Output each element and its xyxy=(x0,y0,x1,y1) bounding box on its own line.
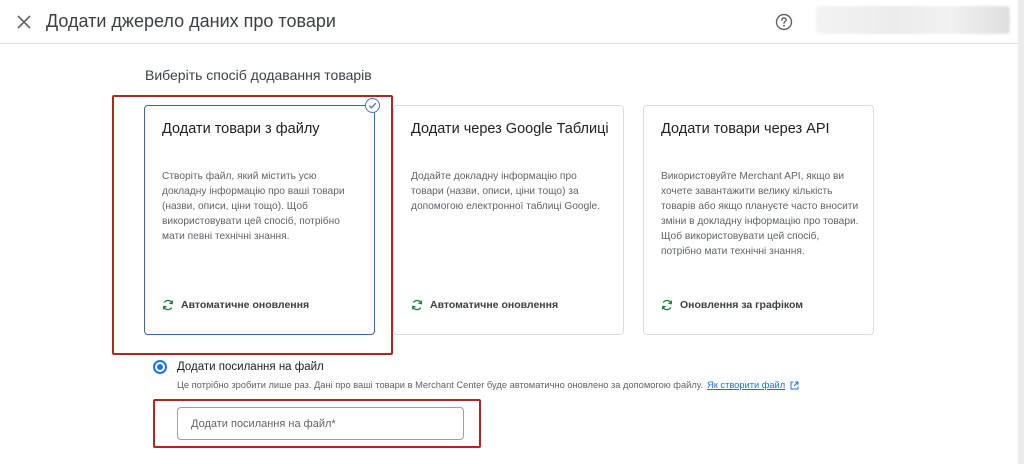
card-description: Створіть файл, який містить усю докладну… xyxy=(162,171,345,242)
file-link-helper: Це потрібно зробити лише раз. Дані про в… xyxy=(177,379,799,391)
file-link-radio-label[interactable]: Додати посилання на файл xyxy=(177,360,324,374)
dialog-window: Додати джерело даних про товари Виберіть… xyxy=(0,0,1018,464)
card-title: Додати через Google Таблиці xyxy=(411,121,609,137)
file-link-radio[interactable] xyxy=(153,360,167,374)
card-footer: Автоматичне оновлення xyxy=(411,299,558,311)
card-title: Додати товари з файлу xyxy=(162,121,320,137)
external-link-icon[interactable] xyxy=(790,381,799,390)
helper-text: Це потрібно зробити лише раз. Дані про в… xyxy=(177,380,704,390)
close-icon xyxy=(17,15,31,29)
radio-dot xyxy=(157,364,163,370)
help-icon xyxy=(775,13,793,31)
method-card-file[interactable]: Додати товари з файлу Створіть файл, яки… xyxy=(144,105,375,335)
account-info-blurred[interactable] xyxy=(816,6,1010,34)
file-link-input[interactable] xyxy=(177,407,464,440)
card-footer: Автоматичне оновлення xyxy=(162,299,309,311)
card-footer-label: Автоматичне оновлення xyxy=(181,299,310,311)
card-footer-label: Автоматичне оновлення xyxy=(430,299,559,311)
section-title: Виберіть спосіб додавання товарів xyxy=(145,67,372,83)
selected-check-icon xyxy=(365,98,380,113)
card-footer-label: Оновлення за графіком xyxy=(680,299,804,311)
card-description: Додайте докладну інформацію про товари (… xyxy=(411,171,601,212)
sync-icon xyxy=(162,299,174,311)
card-title: Додати товари через API xyxy=(661,121,830,137)
close-button[interactable] xyxy=(13,11,35,33)
help-button[interactable] xyxy=(773,11,795,33)
page-title: Додати джерело даних про товари xyxy=(46,11,336,31)
dialog-header: Додати джерело даних про товари xyxy=(0,0,1018,44)
card-description: Використовуйте Merchant API, якщо ви хоч… xyxy=(661,171,859,257)
sync-icon xyxy=(411,299,423,311)
method-card-api[interactable]: Додати товари через API Використовуйте M… xyxy=(643,105,874,335)
method-card-google-sheets[interactable]: Додати через Google Таблиці Додайте докл… xyxy=(393,105,624,335)
card-footer: Оновлення за графіком xyxy=(661,299,803,311)
schedule-sync-icon xyxy=(661,299,673,311)
how-to-create-file-link[interactable]: Як створити файл xyxy=(707,379,785,391)
